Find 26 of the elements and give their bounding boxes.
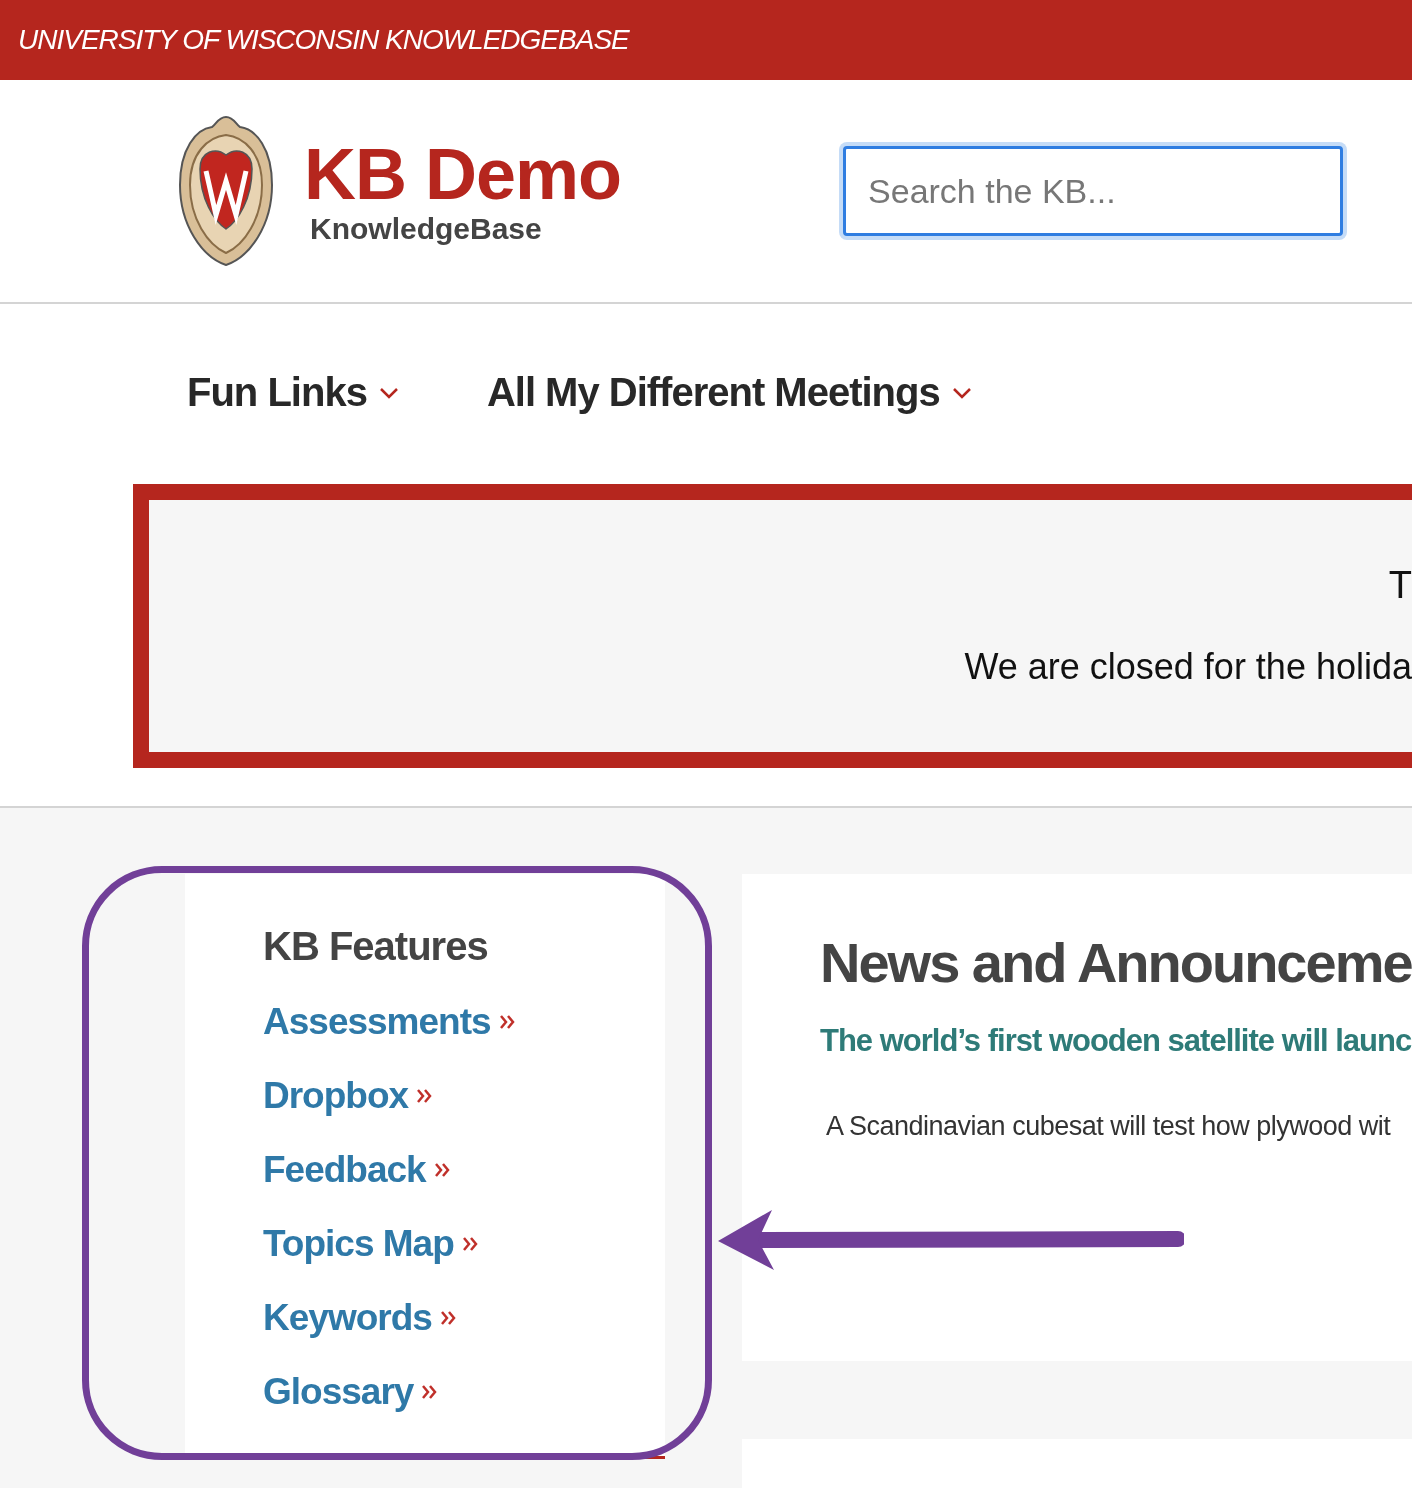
sidebar-link[interactable]: Glossary: [263, 1367, 665, 1417]
site-title: KB Demo: [304, 136, 622, 212]
double-chevron-icon: [498, 1013, 515, 1031]
double-chevron-icon: [433, 1161, 450, 1179]
alert-title: T: [1388, 565, 1412, 605]
news-headline-link[interactable]: The world’s first wooden satellite will launc: [820, 1023, 1412, 1059]
chevron-down-icon: [951, 385, 972, 400]
sidebar-title: KB Features: [263, 924, 489, 969]
double-chevron-icon: [421, 1383, 438, 1401]
sidebar-link[interactable]: Feedback: [263, 1145, 665, 1195]
site-subtitle: KnowledgeBase: [310, 212, 543, 246]
sidebar-link[interactable]: Topics Map: [263, 1219, 665, 1269]
nav-menu-item[interactable]: All My Different Meetings: [486, 349, 972, 436]
double-chevron-icon: [439, 1309, 456, 1327]
top-bar-title: UNIVERSITY OF WISCONSIN KNOWLEDGEBASE: [18, 24, 629, 56]
news-summary: A Scandinavian cubesat will test how plywood wit: [825, 1111, 1392, 1142]
double-chevron-icon: [461, 1235, 478, 1253]
sidebar-link[interactable]: Keywords: [263, 1293, 665, 1343]
nav-menu-item[interactable]: Fun Links: [187, 349, 399, 436]
search-field[interactable]: Search the KB...: [843, 146, 1344, 236]
news-title: News and Announceme: [820, 930, 1412, 995]
sidebar-link[interactable]: Assessments: [263, 997, 665, 1047]
alert-message: We are closed for the holida: [964, 647, 1412, 687]
chevron-down-icon: [378, 385, 399, 400]
double-chevron-icon: [416, 1087, 433, 1105]
sidebar-link[interactable]: Dropbox: [263, 1071, 665, 1121]
